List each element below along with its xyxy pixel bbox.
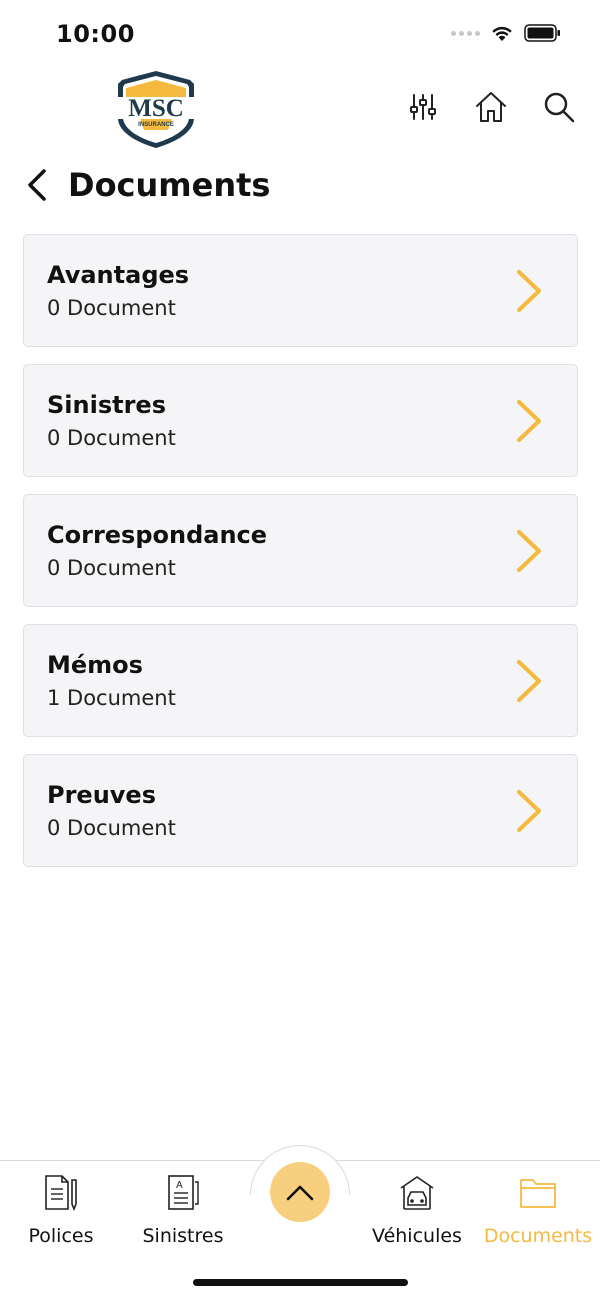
search-icon xyxy=(544,92,575,123)
app-header: MSC INSURANCE xyxy=(0,66,600,156)
msc-insurance-logo: MSC INSURANCE xyxy=(116,71,196,148)
category-count: 0 Document xyxy=(47,426,176,450)
category-count: 0 Document xyxy=(47,816,176,840)
tab-polices[interactable]: Polices xyxy=(1,1167,121,1247)
document-category-memos[interactable]: Mémos 1 Document xyxy=(23,624,578,737)
tab-label: Sinistres xyxy=(142,1225,224,1247)
category-count: 1 Document xyxy=(47,686,176,710)
car-garage-icon xyxy=(400,1176,434,1210)
wifi-icon xyxy=(492,26,512,41)
back-button[interactable] xyxy=(26,165,56,205)
chevron-right-icon xyxy=(517,790,541,832)
status-time: 10:00 xyxy=(56,20,135,48)
category-title: Sinistres xyxy=(47,391,166,419)
filter-icon xyxy=(410,94,436,120)
home-icon xyxy=(476,92,506,122)
chevron-right-icon xyxy=(517,270,541,312)
expand-menu-button[interactable] xyxy=(270,1162,330,1222)
tab-label: Polices xyxy=(28,1225,94,1247)
category-title: Preuves xyxy=(47,781,156,809)
chevron-right-icon xyxy=(517,660,541,702)
logo-text: MSC xyxy=(128,95,184,122)
category-title: Correspondance xyxy=(47,521,268,549)
category-title: Avantages xyxy=(47,261,190,289)
chevron-left-icon xyxy=(28,169,46,201)
tab-vehicules[interactable]: Véhicules xyxy=(357,1167,477,1247)
policy-document-icon xyxy=(45,1175,77,1212)
battery-icon xyxy=(524,24,560,42)
title-row: Documents xyxy=(26,160,270,210)
chevron-right-icon xyxy=(517,530,541,572)
header-actions xyxy=(404,88,578,126)
category-title: Mémos xyxy=(47,651,143,679)
category-count: 0 Document xyxy=(47,296,176,320)
document-category-sinistres[interactable]: Sinistres 0 Document xyxy=(23,364,578,477)
home-indicator xyxy=(193,1279,408,1286)
document-category-preuves[interactable]: Preuves 0 Document xyxy=(23,754,578,867)
tab-sinistres[interactable]: A Sinistres xyxy=(123,1167,243,1247)
svg-text:A: A xyxy=(176,1180,183,1191)
status-icons xyxy=(451,24,562,42)
document-category-list: Avantages 0 Document Sinistres 0 Documen… xyxy=(23,234,578,884)
tab-documents[interactable]: Documents xyxy=(478,1167,598,1247)
search-button[interactable] xyxy=(540,88,578,126)
signal-icon xyxy=(451,30,480,36)
chevron-right-icon xyxy=(517,400,541,442)
status-bar: 10:00 xyxy=(0,0,600,66)
document-category-correspondance[interactable]: Correspondance 0 Document xyxy=(23,494,578,607)
document-category-avantages[interactable]: Avantages 0 Document xyxy=(23,234,578,347)
home-button[interactable] xyxy=(472,88,510,126)
filter-button[interactable] xyxy=(404,88,442,126)
folder-icon xyxy=(520,1179,556,1208)
logo-subtext: INSURANCE xyxy=(138,122,174,128)
page-title: Documents xyxy=(68,166,271,204)
tab-label: Documents xyxy=(483,1225,593,1247)
claim-document-icon: A xyxy=(168,1175,199,1210)
tab-label: Véhicules xyxy=(372,1225,462,1247)
chevron-up-icon xyxy=(286,1185,314,1201)
category-count: 0 Document xyxy=(47,556,176,580)
